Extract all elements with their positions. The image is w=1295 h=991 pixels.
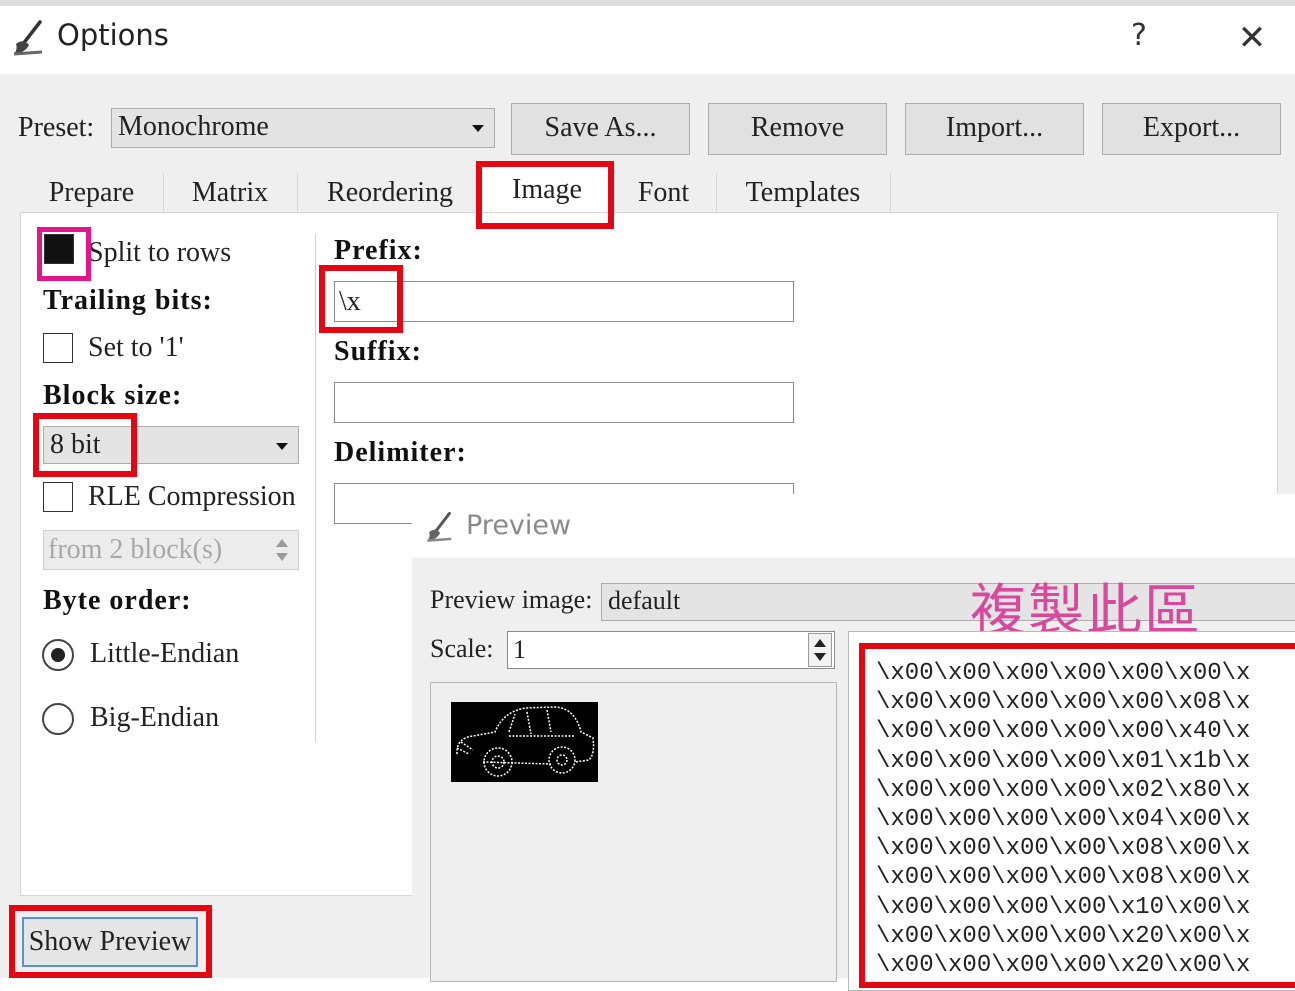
radio-dot — [51, 648, 65, 662]
prefix-highlight — [319, 265, 403, 333]
preview-title: Preview — [466, 510, 572, 541]
output-highlight — [859, 643, 1295, 988]
split-to-rows-label: Split to rows — [88, 237, 232, 268]
scale-value: 1 — [513, 635, 526, 664]
spin-arrows-icon[interactable] — [272, 534, 292, 566]
block-size-highlight — [33, 413, 137, 477]
window-title: Options — [57, 18, 169, 52]
preview-image-value: default — [608, 586, 681, 615]
rle-block-spinbox[interactable]: from 2 block(s) — [43, 530, 299, 570]
set-to-one-label: Set to '1' — [88, 332, 184, 363]
preset-label: Preset: — [18, 112, 95, 143]
split-rows-highlight — [37, 227, 91, 281]
trailing-bits-heading: Trailing bits: — [43, 285, 213, 316]
block-size-heading: Block size: — [43, 380, 183, 411]
little-endian-label: Little-Endian — [90, 638, 240, 669]
prefix-heading: Prefix: — [334, 235, 423, 266]
rle-compression-label: RLE Compression — [88, 481, 296, 512]
rle-compression-checkbox[interactable] — [43, 482, 73, 512]
prefix-input[interactable]: \x — [334, 281, 794, 322]
export-button[interactable]: Export... — [1102, 103, 1281, 155]
tab-bar: Prepare Matrix Reordering Image Font Tem… — [20, 167, 891, 219]
delimiter-heading: Delimiter: — [334, 437, 467, 468]
tab-templates[interactable]: Templates — [716, 173, 891, 213]
set-to-one-checkbox[interactable] — [43, 333, 73, 363]
chevron-down-icon — [276, 443, 288, 450]
suffix-input[interactable] — [334, 382, 794, 423]
help-button[interactable]: ? — [1124, 18, 1154, 58]
show-preview-highlight — [9, 905, 212, 978]
app-brush-icon — [10, 18, 50, 58]
scale-spinbox[interactable]: 1 — [507, 631, 835, 669]
preview-brush-icon — [424, 510, 458, 544]
preset-select[interactable]: Monochrome — [111, 108, 495, 148]
tab-reordering[interactable]: Reordering — [297, 173, 484, 213]
rle-block-value: from 2 block(s) — [48, 534, 223, 565]
tab-font[interactable]: Font — [611, 173, 717, 213]
tab-prepare[interactable]: Prepare — [20, 173, 164, 213]
little-endian-radio[interactable] — [42, 639, 74, 671]
spin-arrows-icon[interactable] — [808, 633, 832, 667]
car-preview-thumbnail — [451, 702, 598, 782]
preview-image-label: Preview image: — [430, 585, 593, 614]
byte-order-heading: Byte order: — [43, 585, 192, 616]
close-icon[interactable]: ✕ — [1230, 16, 1274, 60]
column-divider — [315, 234, 316, 742]
suffix-heading: Suffix: — [334, 336, 422, 367]
remove-button[interactable]: Remove — [708, 103, 887, 155]
title-bar — [0, 6, 1295, 74]
preset-select-value: Monochrome — [118, 111, 269, 142]
big-endian-radio[interactable] — [42, 703, 74, 735]
image-tab-highlight — [476, 161, 614, 229]
tab-matrix[interactable]: Matrix — [163, 173, 298, 213]
big-endian-label: Big-Endian — [90, 702, 220, 733]
chevron-down-icon — [472, 125, 484, 132]
import-button[interactable]: Import... — [905, 103, 1084, 155]
scale-label: Scale: — [430, 634, 494, 663]
save-as-button[interactable]: Save As... — [511, 103, 690, 155]
